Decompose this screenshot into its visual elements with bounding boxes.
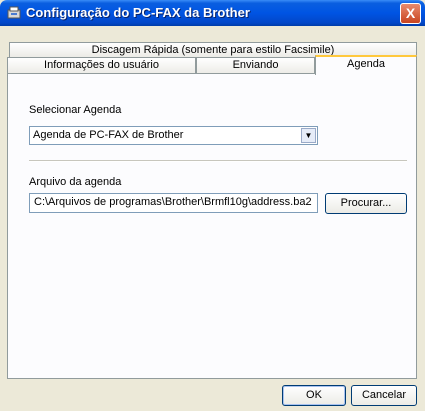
browse-button[interactable]: Procurar...	[325, 193, 407, 214]
tab-agenda[interactable]: Agenda	[315, 55, 417, 75]
close-icon: X	[405, 5, 416, 21]
pc-fax-icon	[7, 6, 21, 19]
tab-panel-agenda	[7, 73, 417, 379]
tab-label: Agenda	[347, 58, 385, 70]
tab-informacoes-usuario[interactable]: Informações do usuário	[7, 57, 196, 74]
cancel-button-label: Cancelar	[361, 389, 407, 401]
tab-label: Enviando	[232, 59, 279, 71]
window-title: Configuração do PC-FAX da Brother	[26, 5, 250, 20]
separator	[29, 160, 407, 162]
file-path-field[interactable]: C:\Arquivos de programas\Brother\Brmfl10…	[29, 193, 318, 213]
agenda-select[interactable]: Agenda de PC-FAX de Brother ▼	[29, 126, 318, 145]
ok-button-label: OK	[306, 389, 322, 401]
chevron-down-icon[interactable]: ▼	[301, 128, 316, 143]
tab-label: Discagem Rápida (somente para estilo Fac…	[91, 44, 335, 56]
ok-button[interactable]: OK	[282, 385, 346, 406]
close-button[interactable]: X	[400, 3, 421, 24]
dialog-window: Configuração do PC-FAX da Brother X Disc…	[0, 0, 425, 411]
file-path-value: C:\Arquivos de programas\Brother\Brmfl10…	[34, 196, 312, 208]
cancel-button[interactable]: Cancelar	[351, 385, 417, 406]
agenda-select-value: Agenda de PC-FAX de Brother	[33, 129, 184, 141]
tab-enviando[interactable]: Enviando	[196, 57, 315, 74]
tab-label: Informações do usuário	[44, 59, 159, 71]
select-agenda-label: Selecionar Agenda	[29, 104, 122, 116]
title-bar[interactable]: Configuração do PC-FAX da Brother X	[0, 0, 425, 26]
file-label: Arquivo da agenda	[29, 176, 122, 188]
browse-button-label: Procurar...	[340, 197, 392, 209]
